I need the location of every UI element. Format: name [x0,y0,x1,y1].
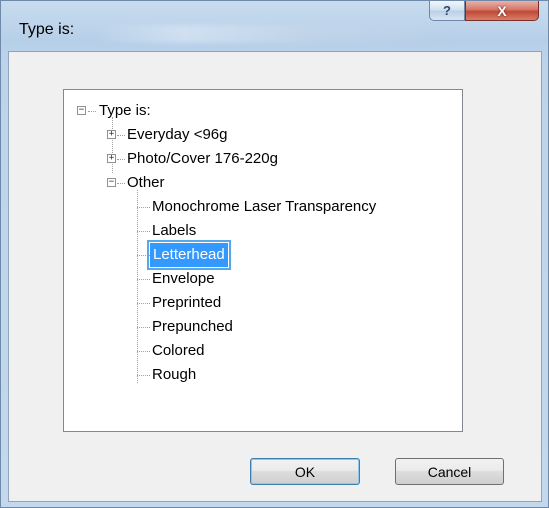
dialog-body: − + + − Type is: Everyday <96g Photo/Cov… [8,51,542,502]
tree-node-label: Colored [152,342,205,359]
tree-connector [137,351,150,352]
collapse-icon[interactable]: − [77,106,86,115]
tree-connector [117,183,125,184]
expand-icon[interactable]: + [107,154,116,163]
help-button[interactable]: ? [429,1,465,21]
tree-node-label: Type is: [99,102,151,119]
cancel-button[interactable]: Cancel [395,458,504,485]
title-bar-glass [91,25,461,43]
paper-type-tree[interactable]: − + + − Type is: Everyday <96g Photo/Cov… [63,89,463,432]
tree-node-label: Other [127,174,165,191]
tree-connector [112,117,113,173]
tree-connector [137,303,150,304]
ok-button-label: OK [294,463,316,480]
close-icon: X [497,2,507,19]
tree-connector [88,111,96,112]
expand-icon[interactable]: + [107,130,116,139]
ok-button[interactable]: OK [250,458,360,485]
tree-node-label: Monochrome Laser Transparency [152,198,377,215]
tree-connector [137,207,150,208]
close-button[interactable]: X [465,1,539,21]
tree-connector [117,159,125,160]
tree-connector [137,327,150,328]
tree-node-label: Labels [152,222,197,239]
tree-node-label: Photo/Cover 176-220g [127,150,278,167]
cancel-button-label: Cancel [427,463,472,480]
tree-connector [137,279,150,280]
tree-node-label: Preprinted [152,294,222,311]
tree-connector [137,375,150,376]
collapse-icon[interactable]: − [107,178,116,187]
dialog-window: Type is: ? X − + + − Type is: Everyday <… [0,0,549,508]
tree-connector [117,135,125,136]
help-icon: ? [443,3,451,18]
tree-connector [137,231,150,232]
dialog-title: Type is: [19,21,75,38]
tree-node-label: Prepunched [152,318,233,335]
title-bar[interactable]: Type is: ? X [1,1,548,51]
tree-node-label: Letterhead [147,240,231,270]
tree-node-label: Rough [152,366,197,383]
tree-connector [137,255,150,256]
tree-connector [137,190,138,383]
tree-node-label: Envelope [152,270,215,287]
tree-node-label: Everyday <96g [127,126,228,143]
